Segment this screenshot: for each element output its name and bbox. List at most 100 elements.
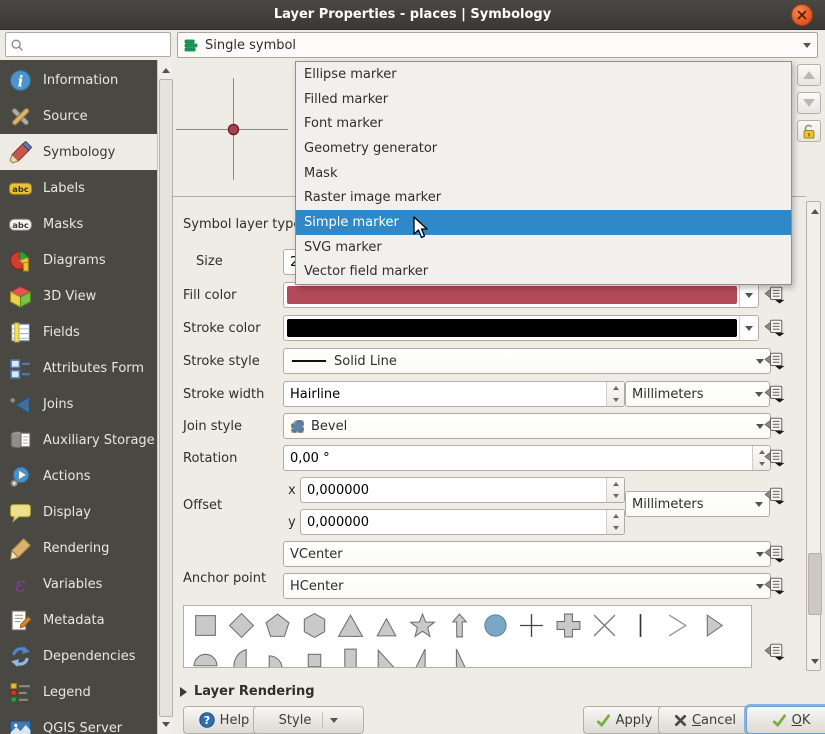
shape-line[interactable]: [623, 610, 659, 640]
menu-item-raster-image-marker[interactable]: Raster image marker: [296, 185, 791, 210]
shape-right-half-triangle[interactable]: [441, 644, 477, 668]
sidebar-item-actions[interactable]: Actions: [0, 458, 157, 494]
shape-triangle[interactable]: [332, 610, 368, 640]
content-scroll-down-button[interactable]: [807, 653, 822, 669]
sidebar-search-box[interactable]: [5, 32, 171, 57]
layer-rendering-expander[interactable]: Layer Rendering: [180, 684, 315, 699]
offset-x-input[interactable]: [307, 483, 618, 498]
offset-override-button[interactable]: [763, 484, 787, 506]
stroke-width-unit-combobox[interactable]: Millimeters: [625, 381, 770, 407]
sidebar-item-labels[interactable]: abcLabels: [0, 170, 157, 206]
shape-cross-fill[interactable]: [550, 610, 586, 640]
shape-filled-arrowhead[interactable]: [695, 610, 731, 640]
shape-square[interactable]: [187, 610, 223, 640]
anchor-vertical-combobox[interactable]: VCenter: [283, 541, 771, 567]
sidebar-item-metadata[interactable]: Metadata: [0, 602, 157, 638]
sidebar-item-masks[interactable]: abcMasks: [0, 206, 157, 242]
rotation-input[interactable]: [290, 451, 764, 466]
shape-hexagon[interactable]: [296, 610, 332, 640]
sidebar-item-3d-view[interactable]: 3D View: [0, 278, 157, 314]
offset-y-input[interactable]: [307, 515, 618, 530]
stroke-color-button[interactable]: [283, 315, 759, 341]
offset-unit-combobox[interactable]: Millimeters: [625, 491, 770, 517]
menu-item-vector-field-marker[interactable]: Vector field marker: [296, 259, 791, 284]
stroke-style-override-button[interactable]: [763, 349, 787, 371]
shape-diamond[interactable]: [223, 610, 259, 640]
window-close-button[interactable]: [791, 4, 813, 26]
style-button[interactable]: Style: [253, 706, 364, 734]
sidebar-item-joins[interactable]: Joins: [0, 386, 157, 422]
sidebar-item-fields[interactable]: Fields: [0, 314, 157, 350]
stroke-color-override-button[interactable]: [763, 316, 787, 338]
sidebar-scrollbar-thumb[interactable]: [159, 79, 173, 717]
menu-item-geometry-generator[interactable]: Geometry generator: [296, 136, 791, 161]
shape-quarter-square[interactable]: [296, 644, 332, 668]
menu-item-font-marker[interactable]: Font marker: [296, 111, 791, 136]
stroke-width-field[interactable]: [283, 381, 625, 407]
shape-half-square[interactable]: [332, 644, 368, 668]
shape-third-circle[interactable]: [223, 644, 259, 668]
anchor-vertical-override-button[interactable]: [763, 542, 787, 564]
stroke-width-override-button[interactable]: [763, 382, 787, 404]
rotation-override-button[interactable]: [763, 446, 787, 468]
sidebar-item-legend[interactable]: Legend: [0, 674, 157, 710]
offset-x-field[interactable]: [300, 477, 625, 503]
shape-override-button[interactable]: [763, 640, 787, 662]
sidebar-item-attributes-form[interactable]: Attributes Form: [0, 350, 157, 386]
fill-color-override-button[interactable]: [763, 283, 787, 305]
sidebar-item-information[interactable]: iInformation: [0, 62, 157, 98]
join-style-combobox[interactable]: Bevel: [283, 413, 771, 439]
stroke-color-dropdown[interactable]: [739, 316, 758, 340]
fill-color-button[interactable]: [283, 282, 759, 308]
anchor-horizontal-combobox[interactable]: HCenter: [283, 573, 771, 599]
anchor-horizontal-override-button[interactable]: [763, 574, 787, 596]
stroke-width-input[interactable]: [290, 387, 618, 402]
cancel-button[interactable]: Cancel: [658, 706, 752, 734]
sidebar-item-display[interactable]: Display: [0, 494, 157, 530]
shape-cross[interactable]: [514, 610, 550, 640]
shape-semi-circle[interactable]: [187, 644, 223, 668]
rotation-field[interactable]: [283, 445, 771, 471]
stroke-style-combobox[interactable]: Solid Line: [283, 348, 771, 374]
stroke-width-spinner[interactable]: [606, 382, 624, 406]
sidebar-item-symbology[interactable]: Symbology: [0, 134, 157, 170]
apply-button[interactable]: Apply: [583, 706, 665, 734]
search-input[interactable]: [24, 36, 166, 53]
shape-diagonal-half-square[interactable]: [368, 644, 404, 668]
sidebar-item-dependencies[interactable]: Dependencies: [0, 638, 157, 674]
shape-left-half-triangle[interactable]: [405, 644, 441, 668]
sidebar-item-auxiliary-storage[interactable]: Auxiliary Storage: [0, 422, 157, 458]
content-scrollbar-thumb[interactable]: [808, 553, 822, 615]
sidebar-item-qgis-server[interactable]: QGIS Server: [0, 710, 157, 734]
shape-arrow[interactable]: [441, 610, 477, 640]
sidebar-item-source[interactable]: Source: [0, 98, 157, 134]
sidebar-scroll-up-button[interactable]: [158, 62, 173, 78]
shape-cross2[interactable]: [586, 610, 622, 640]
join-style-override-button[interactable]: [763, 414, 787, 436]
menu-item-mask[interactable]: Mask: [296, 161, 791, 186]
offset-y-spinner[interactable]: [606, 510, 624, 534]
content-scrollbar[interactable]: [806, 201, 821, 671]
ok-button[interactable]: OK: [746, 706, 825, 734]
sidebar-scrollbar[interactable]: [157, 60, 172, 734]
shape-equilateral-triangle[interactable]: [368, 610, 404, 640]
shape-circle[interactable]: [477, 610, 513, 640]
menu-item-simple-marker[interactable]: Simple marker: [296, 210, 791, 235]
offset-y-field[interactable]: [300, 509, 625, 535]
content-scroll-up-button[interactable]: [807, 203, 822, 219]
shape-pentagon[interactable]: [260, 610, 296, 640]
offset-x-spinner[interactable]: [606, 478, 624, 502]
sidebar-item-variables[interactable]: εVariables: [0, 566, 157, 602]
menu-item-ellipse-marker[interactable]: Ellipse marker: [296, 62, 791, 87]
menu-item-filled-marker[interactable]: Filled marker: [296, 87, 791, 112]
fill-color-dropdown[interactable]: [739, 283, 758, 307]
shape-arrowhead[interactable]: [659, 610, 695, 640]
sidebar-scroll-down-button[interactable]: [158, 716, 173, 732]
menu-item-svg-marker[interactable]: SVG marker: [296, 235, 791, 260]
move-layer-up-button[interactable]: [797, 64, 821, 86]
lock-colors-button[interactable]: [797, 120, 821, 142]
sidebar-item-diagrams[interactable]: Diagrams: [0, 242, 157, 278]
shape-star[interactable]: [405, 610, 441, 640]
shape-quarter-circle[interactable]: [260, 644, 296, 668]
sidebar-item-rendering[interactable]: Rendering: [0, 530, 157, 566]
